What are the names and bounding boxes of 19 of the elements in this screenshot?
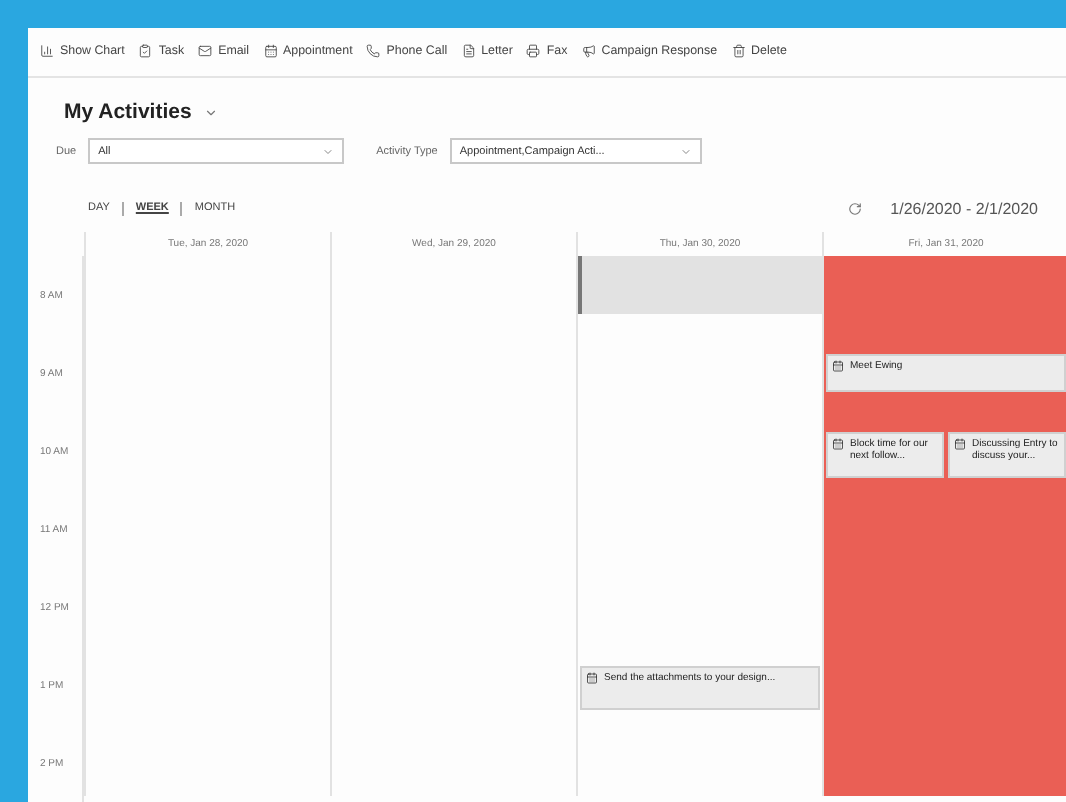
- date-range: 1/26/2020 - 2/1/2020: [890, 199, 1038, 218]
- view-title: My Activities: [64, 100, 192, 124]
- chevron-down-icon[interactable]: [203, 105, 218, 119]
- clipboard-icon: [138, 44, 153, 59]
- chevron-down-icon: [679, 145, 692, 158]
- trash-icon: [731, 44, 746, 59]
- chevron-down-icon: [322, 145, 335, 158]
- bar-chart-icon: [40, 44, 54, 59]
- document-icon: [461, 44, 476, 59]
- calendar-icon: [832, 438, 844, 450]
- envelope-icon: [198, 44, 213, 59]
- calendar-icon: [586, 672, 598, 684]
- printer-icon: [526, 44, 541, 59]
- phone-icon: [366, 44, 381, 59]
- megaphone-icon: [581, 44, 596, 59]
- refresh-icon[interactable]: [848, 201, 863, 216]
- calendar-icon: [832, 360, 844, 372]
- calendar-icon: [954, 438, 966, 450]
- calendar-icon: [263, 44, 278, 59]
